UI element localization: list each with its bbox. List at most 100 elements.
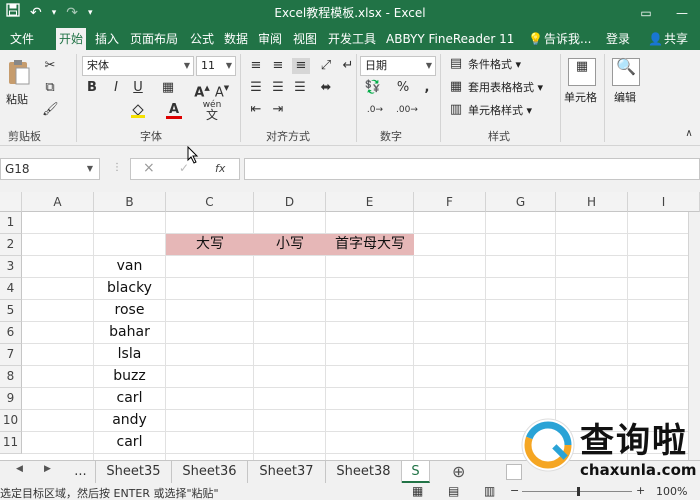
fill-color-icon[interactable] — [130, 102, 146, 123]
align-bottom-icon[interactable]: ≡ — [292, 58, 310, 74]
column-header-d[interactable]: D — [254, 192, 326, 212]
sheet-tab[interactable]: Sheet36 — [172, 461, 248, 483]
name-box[interactable]: G18 ▼ — [0, 158, 100, 180]
column-header-g[interactable]: G — [486, 192, 556, 212]
page-layout-view-icon[interactable]: ▤ — [448, 484, 459, 498]
format-as-table-button[interactable]: 套用表格格式 ▾ — [468, 80, 543, 96]
border-icon[interactable]: ▦ — [160, 80, 176, 96]
share-button[interactable]: 共享 — [664, 28, 688, 50]
add-sheet-icon[interactable]: ⊕ — [452, 462, 465, 481]
align-center-icon[interactable]: ☰ — [270, 80, 286, 96]
column-header-b[interactable]: B — [94, 192, 166, 212]
paste-button[interactable]: 粘贴 — [6, 92, 28, 108]
cell-b6[interactable]: bahar — [94, 322, 165, 343]
page-break-view-icon[interactable]: ▥ — [484, 484, 495, 498]
row-header[interactable]: 11 — [0, 432, 22, 454]
column-header-c[interactable]: C — [166, 192, 254, 212]
format-as-table-icon[interactable]: ▦ — [448, 79, 464, 95]
sheet-tab[interactable]: Sheet35 — [96, 461, 172, 483]
tab-file[interactable]: 文件 — [10, 28, 34, 50]
cell-d2[interactable]: 小写 — [254, 234, 326, 255]
increase-font-icon[interactable]: A▴ — [194, 80, 210, 101]
increase-indent-icon[interactable]: ⇥ — [270, 102, 286, 118]
decrease-font-icon[interactable]: A▾ — [214, 80, 230, 101]
cell-b4[interactable]: blacky — [94, 278, 165, 299]
collapse-ribbon-icon[interactable]: ∧ — [682, 126, 696, 142]
row-header[interactable]: 9 — [0, 388, 22, 410]
cells-icon[interactable]: ▦ — [568, 58, 596, 86]
decrease-decimal-icon[interactable]: .00→ — [396, 102, 418, 118]
tell-me-icon[interactable]: 💡 — [528, 28, 543, 50]
row-header[interactable]: 2 — [0, 234, 22, 256]
format-painter-icon[interactable]: 🖌 — [42, 102, 59, 118]
merge-center-icon[interactable]: ⬌ — [318, 80, 334, 96]
phonetic-guide-icon[interactable]: wén 文 — [200, 100, 224, 122]
row-header[interactable]: 5 — [0, 300, 22, 322]
tab-review[interactable]: 审阅 — [258, 28, 282, 50]
cells-button[interactable]: 单元格 — [564, 90, 597, 106]
tab-home[interactable]: 开始 — [56, 28, 87, 50]
sheet-tab-active[interactable]: S — [402, 461, 430, 483]
orientation-icon[interactable]: ⤢ — [318, 58, 334, 74]
column-header-i[interactable]: I — [628, 192, 700, 212]
editing-button[interactable]: 编辑 — [614, 90, 636, 106]
column-header-f[interactable]: F — [414, 192, 486, 212]
ribbon-display-icon[interactable]: ▭ — [628, 0, 664, 26]
sheet-nav-ellipsis[interactable]: ... — [66, 461, 96, 483]
font-color-icon[interactable]: A — [166, 102, 182, 119]
row-header[interactable]: 3 — [0, 256, 22, 278]
cell-styles-icon[interactable]: ▥ — [448, 102, 464, 118]
align-right-icon[interactable]: ☰ — [292, 80, 308, 96]
number-format-select[interactable]: 日期 ▼ — [360, 56, 436, 76]
cell-b10[interactable]: andy — [94, 410, 165, 431]
tab-formulas[interactable]: 公式 — [190, 28, 214, 50]
font-size-select[interactable]: 11 ▼ — [196, 56, 236, 76]
align-middle-icon[interactable]: ≡ — [270, 58, 286, 74]
row-header[interactable]: 10 — [0, 410, 22, 432]
wrap-text-icon[interactable]: ↵ — [340, 58, 356, 74]
percent-button[interactable]: % — [396, 80, 410, 96]
cell-styles-button[interactable]: 单元格样式 ▾ — [468, 103, 532, 119]
cell-b11[interactable]: carl — [94, 432, 165, 453]
column-header-e[interactable]: E — [326, 192, 414, 212]
column-header-a[interactable]: A — [22, 192, 94, 212]
sign-in-link[interactable]: 登录 — [606, 28, 630, 50]
accounting-format-icon[interactable]: 💱 — [362, 80, 384, 96]
select-all-corner[interactable] — [0, 192, 22, 212]
minimize-icon[interactable]: — — [664, 0, 700, 26]
cell-b3[interactable]: van — [94, 256, 165, 277]
tab-abbyy[interactable]: ABBYY FineReader 11 — [386, 28, 514, 50]
cell-b5[interactable]: rose — [94, 300, 165, 321]
cell-e2[interactable]: 首字母大写 — [326, 234, 414, 255]
copy-icon[interactable]: ⧉ — [42, 80, 58, 96]
conditional-formatting-icon[interactable]: ▤ — [448, 56, 464, 72]
underline-button[interactable]: U — [130, 80, 146, 96]
formula-input[interactable] — [244, 158, 700, 180]
row-header[interactable]: 7 — [0, 344, 22, 366]
conditional-formatting-button[interactable]: 条件格式 ▾ — [468, 57, 521, 73]
sheet-tab[interactable]: Sheet37 — [248, 461, 326, 483]
find-icon[interactable]: 🔍 — [612, 58, 640, 86]
tab-insert[interactable]: 插入 — [95, 28, 119, 50]
comma-style-button[interactable]: , — [420, 80, 434, 96]
paste-icon[interactable] — [6, 58, 32, 86]
row-header[interactable]: 1 — [0, 212, 22, 234]
italic-button[interactable]: I — [108, 80, 124, 96]
cell-b8[interactable]: buzz — [94, 366, 165, 387]
row-header[interactable]: 6 — [0, 322, 22, 344]
prev-sheet-icon[interactable]: ◀ — [16, 464, 23, 474]
cell-c2[interactable]: 大写 — [166, 234, 254, 255]
sheet-tab[interactable]: Sheet38 — [326, 461, 402, 483]
tab-data[interactable]: 数据 — [224, 28, 248, 50]
row-header[interactable]: 8 — [0, 366, 22, 388]
row-header[interactable]: 4 — [0, 278, 22, 300]
insert-function-button[interactable]: fx — [215, 162, 225, 175]
next-sheet-icon[interactable]: ▶ — [44, 464, 51, 474]
font-name-select[interactable]: 宋体 ▼ — [82, 56, 194, 76]
tell-me-search[interactable]: 告诉我... — [544, 28, 591, 50]
cut-icon[interactable]: ✂ — [42, 58, 58, 74]
cell-b9[interactable]: carl — [94, 388, 165, 409]
bold-button[interactable]: B — [84, 80, 100, 96]
tab-page-layout[interactable]: 页面布局 — [130, 28, 178, 50]
decrease-indent-icon[interactable]: ⇤ — [248, 102, 264, 118]
